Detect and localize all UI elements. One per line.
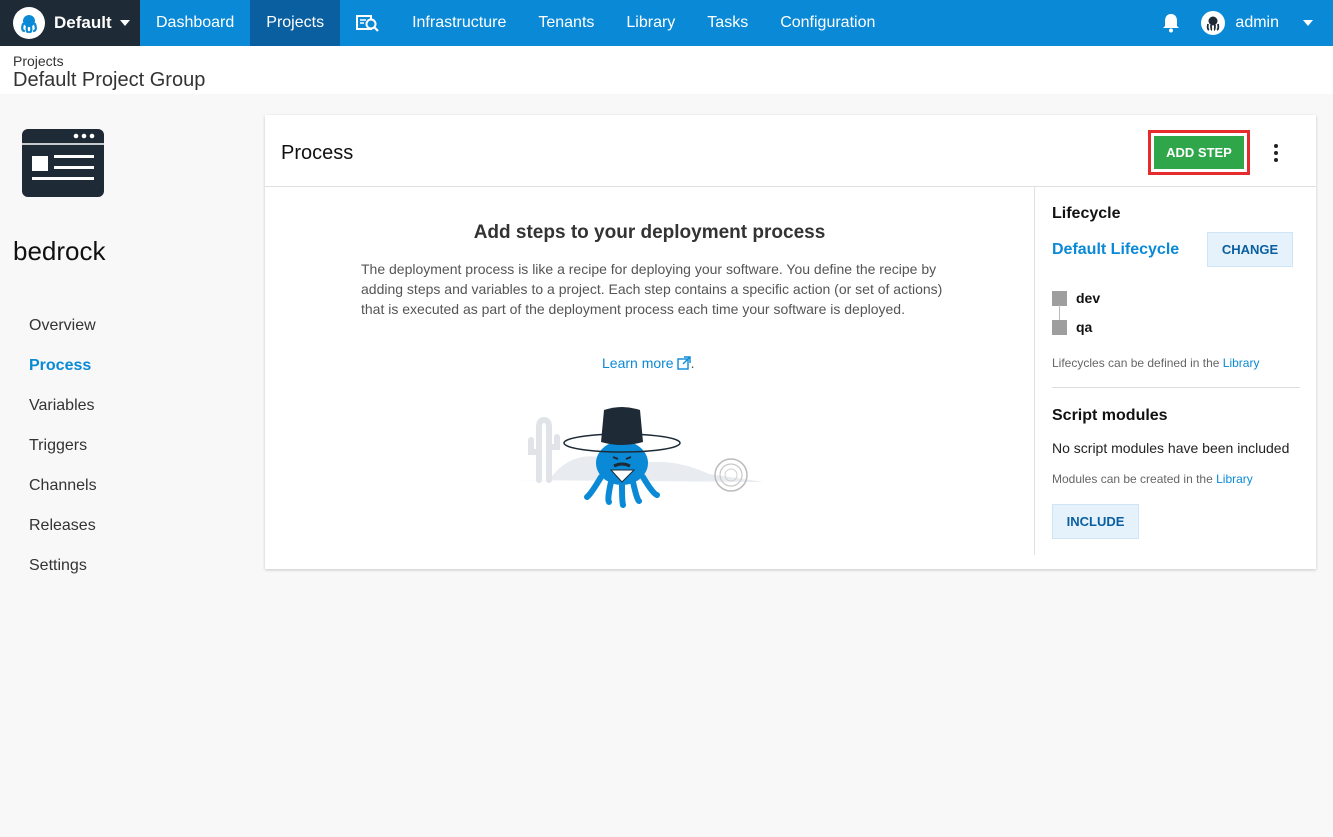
learn-more-link[interactable]: Learn more .: [602, 355, 694, 371]
sidebar-item-variables[interactable]: Variables: [29, 392, 97, 432]
nav-configuration[interactable]: Configuration: [764, 0, 891, 46]
nav-projects[interactable]: Projects: [250, 0, 341, 46]
sidebar-item-triggers[interactable]: Triggers: [29, 432, 97, 472]
add-step-button[interactable]: ADD STEP: [1154, 136, 1244, 169]
phase-square-icon: [1052, 319, 1067, 335]
nav-dashboard[interactable]: Dashboard: [140, 0, 250, 46]
add-step-highlight: ADD STEP: [1148, 130, 1250, 175]
sidebar-item-settings[interactable]: Settings: [29, 552, 97, 592]
page-title: Default Project Group: [13, 69, 206, 91]
sidebar-item-channels[interactable]: Channels: [29, 472, 97, 512]
phase-label: qa: [1076, 319, 1093, 335]
change-lifecycle-button[interactable]: CHANGE: [1207, 232, 1293, 267]
more-vert-icon[interactable]: [1269, 144, 1283, 162]
script-modules-empty-text: No script modules have been included: [1052, 440, 1290, 456]
breadcrumb[interactable]: Projects: [13, 53, 1333, 69]
modules-note-text: Modules can be created in the: [1052, 472, 1213, 486]
lifecycle-note: Lifecycles can be defined in the Library: [1052, 356, 1259, 370]
phase-label: dev: [1076, 290, 1101, 306]
project-side-nav: Overview Process Variables Triggers Chan…: [29, 312, 97, 592]
project-logo: [22, 129, 104, 197]
sidebar-item-releases[interactable]: Releases: [29, 512, 97, 552]
script-modules-label: Script modules: [1052, 407, 1168, 424]
empty-state: Add steps to your deployment process The…: [265, 187, 1034, 569]
library-link[interactable]: Library: [1216, 472, 1253, 486]
nav-tenants[interactable]: Tenants: [522, 0, 610, 46]
project-name: bedrock: [13, 236, 106, 266]
octopus-logo-icon: [13, 7, 45, 39]
include-button[interactable]: INCLUDE: [1052, 504, 1139, 539]
empty-state-title: Add steps to your deployment process: [473, 222, 826, 243]
card-header: Process ADD STEP: [265, 115, 1316, 187]
lifecycle-label: Lifecycle: [1052, 205, 1121, 222]
top-navigation: Default Dashboard Projects Infrastructur…: [0, 0, 1333, 46]
divider: [1052, 387, 1300, 388]
chevron-down-icon: [119, 20, 130, 26]
lifecycle-panel: Lifecycle Default Lifecycle CHANGE dev q…: [1034, 187, 1316, 555]
lifecycle-name-link[interactable]: Default Lifecycle: [1052, 241, 1179, 259]
chevron-down-icon: [1303, 20, 1313, 26]
phase-square-icon: [1052, 290, 1067, 306]
nav-library[interactable]: Library: [610, 0, 691, 46]
space-switcher[interactable]: Default: [0, 0, 140, 46]
modules-note: Modules can be created in the Library: [1052, 472, 1253, 486]
nav-right: admin: [1141, 0, 1333, 46]
user-name: admin: [1235, 14, 1279, 31]
bell-icon[interactable]: [1141, 0, 1201, 46]
card-body: Add steps to your deployment process The…: [265, 187, 1316, 569]
phase-item: dev: [1052, 290, 1100, 306]
learn-more-label: Learn more: [602, 355, 674, 371]
nav-tasks[interactable]: Tasks: [691, 0, 764, 46]
external-link-icon: [676, 356, 691, 370]
empty-state-text: The deployment process is like a recipe …: [361, 261, 943, 317]
card-title: Process: [281, 142, 354, 164]
lifecycle-note-text: Lifecycles can be defined in the: [1052, 356, 1220, 370]
sidebar-item-overview[interactable]: Overview: [29, 312, 97, 352]
search-icon[interactable]: [340, 0, 396, 46]
sidebar-item-process[interactable]: Process: [29, 352, 97, 392]
nav-infrastructure[interactable]: Infrastructure: [396, 0, 522, 46]
library-link[interactable]: Library: [1223, 356, 1260, 370]
user-avatar-icon: [1201, 11, 1226, 35]
process-card: Process ADD STEP Add steps to your deplo…: [265, 115, 1316, 569]
page-header: Projects Default Project Group: [0, 46, 1333, 94]
cowboy-octopus-illustration: [509, 402, 769, 512]
phase-item: qa: [1052, 319, 1092, 335]
space-name: Default: [54, 13, 112, 32]
user-menu[interactable]: admin: [1201, 0, 1333, 46]
